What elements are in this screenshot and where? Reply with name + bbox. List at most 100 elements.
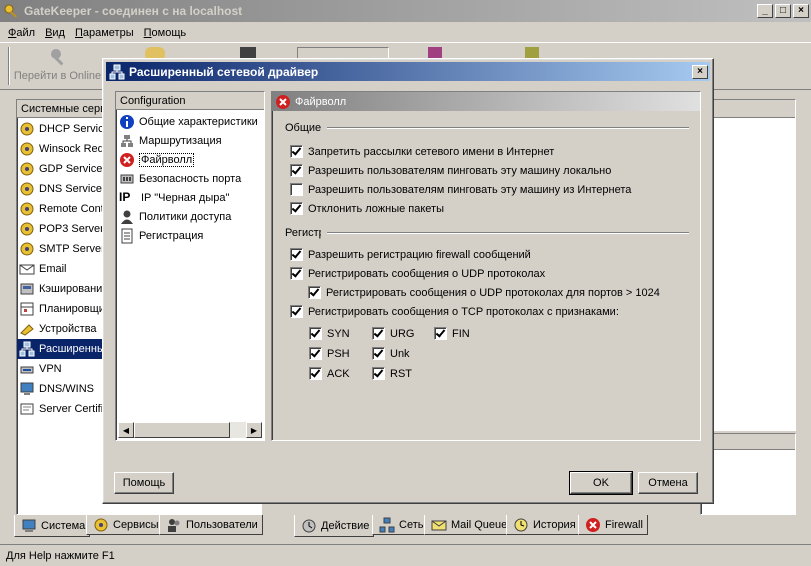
right-pane-bottom-header[interactable]	[701, 434, 795, 450]
cache-icon	[19, 281, 35, 297]
gear-icon	[19, 201, 35, 217]
general-group-label: Общие	[285, 122, 689, 134]
main-window-title: GateKeeper - соединен с на localhost	[24, 4, 243, 18]
go-online-button[interactable]: Перейти в Online	[10, 47, 105, 82]
menu-file[interactable]: Файл	[8, 27, 35, 39]
close-button[interactable]: ×	[793, 4, 809, 18]
tcp-flags: SYN URG FIN PSH Unk ACK RST	[309, 324, 509, 384]
option-ping-local[interactable]: Разрешить пользователям пинговать эту ма…	[290, 161, 631, 180]
panel-header: Файрволл	[272, 92, 700, 111]
devices-icon	[19, 321, 35, 337]
network-icon	[19, 341, 35, 357]
tree-item-logging[interactable]: Регистрация	[119, 226, 264, 245]
tab-users[interactable]: Пользователи	[159, 515, 263, 535]
tree-header[interactable]: Configuration	[116, 92, 264, 110]
checkbox-tcp-logging[interactable]	[290, 305, 303, 318]
checkbox-udp-ports-logging[interactable]	[308, 286, 321, 299]
envelope-icon	[431, 517, 447, 533]
firewall-icon	[275, 94, 291, 110]
checkbox-psh[interactable]	[309, 347, 322, 360]
tree-item-firewall[interactable]: Файрволл	[119, 150, 264, 169]
tree-item-general[interactable]: Общие характеристики	[119, 112, 264, 131]
menu-help[interactable]: Помощь	[144, 27, 187, 39]
right-pane-header[interactable]	[701, 100, 795, 118]
gear-icon	[93, 517, 109, 533]
status-bar: Для Help нажмите F1	[0, 544, 811, 566]
minimize-button[interactable]: _	[757, 4, 773, 18]
scheduler-icon	[19, 301, 35, 317]
cancel-button[interactable]: Отмена	[638, 472, 698, 494]
checkbox-fin[interactable]	[434, 327, 447, 340]
option-firewall-logging[interactable]: Разрешить регистрацию firewall сообщений	[290, 245, 690, 264]
scroll-right-arrow[interactable]: ▶	[246, 422, 262, 438]
dialog-close-button[interactable]: ×	[692, 64, 708, 79]
ok-button[interactable]: OK	[569, 471, 633, 495]
maximize-button[interactable]: □	[775, 4, 791, 18]
tree-item-routing[interactable]: Маршрутизация	[119, 131, 264, 150]
tab-mail-queue[interactable]: Mail Queue	[424, 515, 513, 535]
gear-icon	[19, 141, 35, 157]
network-icon	[379, 517, 395, 533]
help-button[interactable]: Помощь	[114, 472, 174, 494]
checkbox-firewall-logging[interactable]	[290, 248, 303, 261]
network-icon	[109, 64, 125, 80]
tab-action[interactable]: Действие	[294, 515, 375, 537]
main-title-bar[interactable]: GateKeeper - соединен с на localhost _ □…	[0, 0, 811, 22]
option-ping-internet[interactable]: Разрешить пользователям пинговать эту ма…	[290, 180, 631, 199]
checkbox-unk[interactable]	[372, 347, 385, 360]
option-udp-logging[interactable]: Регистрировать сообщения о UDP протокола…	[290, 264, 690, 283]
logging-options: Разрешить регистрацию firewall сообщений…	[290, 245, 690, 321]
checkbox-syn[interactable]	[309, 327, 322, 340]
flag-unk[interactable]: Unk	[372, 344, 410, 363]
tab-services[interactable]: Сервисы	[86, 515, 164, 535]
tab-system[interactable]: Система	[14, 515, 91, 537]
option-udp-ports-logging[interactable]: Регистрировать сообщения о UDP протокола…	[290, 283, 690, 302]
option-tcp-logging[interactable]: Регистрировать сообщения о TCP протокола…	[290, 302, 690, 321]
logging-group-label: Регистрация	[285, 227, 689, 239]
certificate-icon	[19, 401, 35, 417]
document-icon	[119, 228, 135, 244]
ip-icon: IP	[119, 189, 131, 204]
gear-icon	[19, 241, 35, 257]
tab-network[interactable]: Сеть	[372, 515, 429, 535]
menu-bar: Файл Вид Параметры Помощь	[4, 24, 192, 42]
flag-ack[interactable]: ACK	[309, 364, 350, 383]
option-reject-spoofed[interactable]: Отклонить ложные пакеты	[290, 199, 631, 218]
tree-item-ip-blackhole[interactable]: IP IP "Черная дыра"	[119, 188, 264, 207]
checkbox-reject-spoofed[interactable]	[290, 202, 303, 215]
clock-icon	[513, 517, 529, 533]
tree-item-access-policies[interactable]: Политики доступа	[119, 207, 264, 226]
dialog-title-bar[interactable]: Расширенный сетевой драйвер ×	[106, 62, 710, 81]
checkbox-ping-local[interactable]	[290, 164, 303, 177]
dialog-title: Расширенный сетевой драйвер	[129, 64, 319, 79]
tree-hscrollbar[interactable]: ◀ ▶	[118, 422, 262, 438]
flag-fin[interactable]: FIN	[434, 324, 470, 343]
checkbox-ack[interactable]	[309, 367, 322, 380]
flag-rst[interactable]: RST	[372, 364, 412, 383]
tab-history[interactable]: История	[506, 515, 581, 535]
flag-syn[interactable]: SYN	[309, 324, 350, 343]
menu-params[interactable]: Параметры	[75, 27, 134, 39]
checkbox-ping-internet[interactable]	[290, 183, 303, 196]
menu-view[interactable]: Вид	[45, 27, 65, 39]
firewall-panel: Файрволл Общие Запретить рассылки сетево…	[271, 91, 701, 441]
tree-item-port-security[interactable]: Безопасность порта	[119, 169, 264, 188]
checkbox-udp-logging[interactable]	[290, 267, 303, 280]
checkbox-urg[interactable]	[372, 327, 385, 340]
dnswins-icon	[19, 381, 35, 397]
toolbar-separator	[8, 47, 10, 85]
port-security-icon	[119, 171, 135, 187]
flag-urg[interactable]: URG	[372, 324, 414, 343]
checkbox-block-netbios[interactable]	[290, 145, 303, 158]
computer-icon	[21, 518, 37, 534]
right-pane-top	[700, 99, 796, 431]
gear-icon	[19, 121, 35, 137]
flag-psh[interactable]: PSH	[309, 344, 350, 363]
scroll-left-arrow[interactable]: ◀	[118, 422, 134, 438]
gear-icon	[19, 161, 35, 177]
tab-firewall[interactable]: Firewall	[578, 515, 648, 535]
checkbox-rst[interactable]	[372, 367, 385, 380]
option-block-netbios[interactable]: Запретить рассылки сетевого имени в Инте…	[290, 142, 631, 161]
scroll-thumb[interactable]	[134, 422, 230, 438]
right-pane-bottom	[700, 433, 796, 515]
